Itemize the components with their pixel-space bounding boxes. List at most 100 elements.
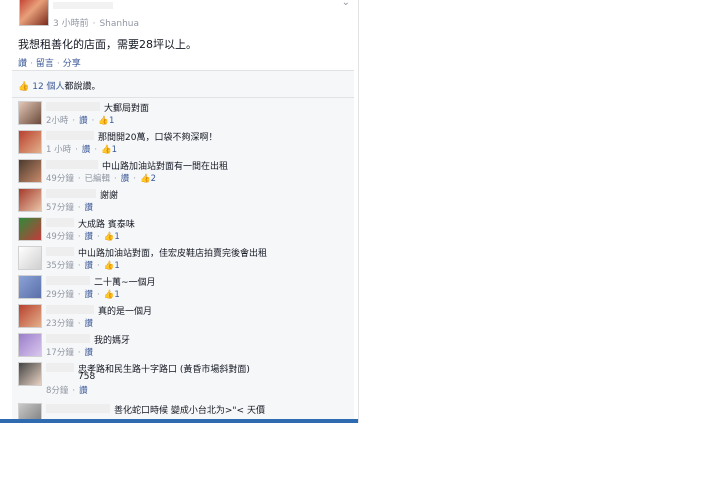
like-link[interactable]: 讚	[18, 59, 27, 69]
meta-separator: ·	[92, 19, 96, 29]
comment-item: 中山路加油站對面，佳宏皮鞋店拍賣完後會出租 35分鐘 · 讚 · 👍1	[18, 246, 352, 275]
comment-time[interactable]: 35分鐘	[46, 261, 74, 271]
comment-like-count[interactable]: 1	[114, 261, 119, 271]
commenter-avatar[interactable]	[18, 362, 42, 386]
commenter-avatar[interactable]	[18, 130, 42, 154]
comment-text-line2: 758	[78, 372, 96, 382]
thumbs-up-icon: 👍	[103, 290, 115, 300]
comments-section: 👍 12 個人都說讚。 大郵局對面 2小時 · 讚 · 👍1 那間開20萬，口袋不夠深啊！ 1 …	[12, 70, 354, 423]
comment-time[interactable]: 57分鐘	[46, 203, 74, 213]
commenter-name-redacted	[46, 276, 90, 285]
meta-separator: ·	[91, 116, 95, 126]
commenter-avatar[interactable]	[18, 217, 42, 241]
comment-like-count[interactable]: 1	[114, 290, 119, 300]
post-location[interactable]: Shanhua	[99, 19, 139, 29]
comment-item: 那間開20萬，口袋不夠深啊！ 1 小時 · 讚 · 👍1	[18, 130, 352, 159]
commenter-avatar[interactable]	[18, 101, 42, 125]
comment-like-count[interactable]: 1	[112, 145, 117, 155]
meta-separator: ·	[77, 174, 81, 184]
meta-separator: ·	[77, 290, 81, 300]
comment-time[interactable]: 2小時	[46, 116, 68, 126]
commenter-avatar[interactable]	[18, 304, 42, 328]
comment-like-link[interactable]: 讚	[79, 386, 88, 396]
comment-time[interactable]: 23分鐘	[46, 319, 74, 329]
comment-time[interactable]: 1 小時	[46, 145, 71, 155]
commenter-avatar[interactable]	[18, 159, 42, 183]
meta-separator: ·	[72, 116, 76, 126]
comment-time[interactable]: 49分鐘	[46, 174, 74, 184]
comment-time[interactable]: 49分鐘	[46, 232, 74, 242]
comment-time[interactable]: 8分鐘	[46, 386, 68, 396]
thumbs-up-icon: 👍	[103, 232, 115, 242]
thumbs-up-icon: 👍	[101, 145, 112, 155]
comment-text: 那間開20萬，口袋不夠深啊！	[98, 133, 218, 143]
comment-text: 謝謝	[100, 191, 119, 201]
commenter-name-redacted	[46, 363, 74, 372]
comment-item: 二十萬~一個月 29分鐘 · 讚 · 👍1	[18, 275, 352, 304]
like-summary[interactable]: 👍 12 個人都說讚。	[18, 79, 101, 92]
post-meta: 3 小時前 · Shanhua	[53, 16, 139, 29]
meta-separator: ·	[77, 232, 81, 242]
author-avatar[interactable]	[19, 0, 49, 26]
comment-time[interactable]: 29分鐘	[46, 290, 74, 300]
commenter-name-redacted	[46, 247, 74, 256]
commenter-avatar[interactable]	[18, 188, 42, 212]
comment-item: 真的是一個月 23分鐘 · 讚	[18, 304, 352, 333]
chevron-down-icon[interactable]: ⌄	[342, 0, 350, 8]
commenter-avatar[interactable]	[18, 246, 42, 270]
commenter-avatar[interactable]	[18, 275, 42, 299]
facebook-post-screen: 3 小時前 · Shanhua ⌄ 我想租善化的店面，需要28坪以上。 讚 · 留言 · 分…	[0, 0, 359, 423]
comment-text: 二十萬~一個月	[94, 278, 156, 288]
comment-like-count[interactable]: 1	[114, 232, 119, 242]
comment-link[interactable]: 留言	[36, 59, 54, 69]
share-link[interactable]: 分享	[63, 59, 81, 69]
comment-like-count[interactable]: 1	[109, 116, 114, 126]
comment-like-link[interactable]: 讚	[85, 348, 94, 358]
meta-separator: ·	[114, 174, 117, 184]
comment-meta: 2小時 · 讚 · 👍1	[46, 114, 114, 126]
commenter-name-redacted	[46, 189, 96, 198]
comment-meta: 49分鐘 · 已編輯 · 讚 · 👍2	[46, 172, 156, 184]
comment-like-link[interactable]: 讚	[85, 290, 94, 300]
thumbs-up-icon: 👍	[103, 261, 115, 271]
like-summary-text: 都說讚。	[64, 82, 101, 92]
meta-separator: ·	[77, 348, 81, 358]
commenter-name-redacted	[46, 131, 94, 140]
comment-meta: 35分鐘 · 讚 · 👍1	[46, 259, 120, 271]
comment-text: 真的是一個月	[98, 307, 153, 317]
commenter-name-redacted	[46, 305, 94, 314]
bottom-bar	[0, 419, 358, 423]
comment-meta: 57分鐘 · 讚	[46, 201, 93, 213]
comment-like-link[interactable]: 讚	[121, 174, 130, 184]
comment-like-link[interactable]: 讚	[85, 319, 94, 329]
commenter-avatar[interactable]	[18, 333, 42, 357]
commenter-name-redacted	[46, 160, 98, 169]
comment-time[interactable]: 17分鐘	[46, 348, 74, 358]
comment-text: 忠孝路和民生路十字路口 (黃昏市場斜對面)	[78, 365, 250, 375]
comment-meta: 1 小時 · 讚 · 👍1	[46, 143, 117, 155]
comment-like-link[interactable]: 讚	[79, 116, 88, 126]
post-time[interactable]: 3 小時前	[53, 19, 89, 29]
thumbs-up-icon: 👍	[139, 174, 151, 184]
edited-label[interactable]: 已編輯	[85, 174, 111, 184]
commenter-name-redacted	[46, 218, 74, 227]
post-text: 我想租善化的店面，需要28坪以上。	[18, 38, 197, 51]
meta-separator: ·	[97, 261, 100, 271]
comment-like-link[interactable]: 讚	[85, 261, 94, 271]
meta-separator: ·	[72, 386, 76, 396]
comment-meta: 8分鐘 · 讚	[46, 384, 88, 396]
comment-text: 中山路加油站對面有一間在出租	[102, 162, 229, 172]
comment-like-count[interactable]: 2	[151, 174, 156, 184]
comment-text: 大郵局對面	[104, 104, 150, 114]
thumbs-up-icon: 👍	[18, 82, 30, 92]
comment-like-link[interactable]: 讚	[85, 203, 94, 213]
comment-like-link[interactable]: 讚	[82, 145, 91, 155]
commenter-name-redacted	[46, 102, 100, 111]
comment-like-link[interactable]: 讚	[85, 232, 94, 242]
comment-item: 謝謝 57分鐘 · 讚	[18, 188, 352, 217]
divider	[12, 97, 354, 98]
like-count[interactable]: 12 個人	[32, 82, 64, 92]
comment-meta: 17分鐘 · 讚	[46, 346, 93, 358]
meta-separator: ·	[77, 203, 81, 213]
meta-separator: ·	[97, 232, 100, 242]
